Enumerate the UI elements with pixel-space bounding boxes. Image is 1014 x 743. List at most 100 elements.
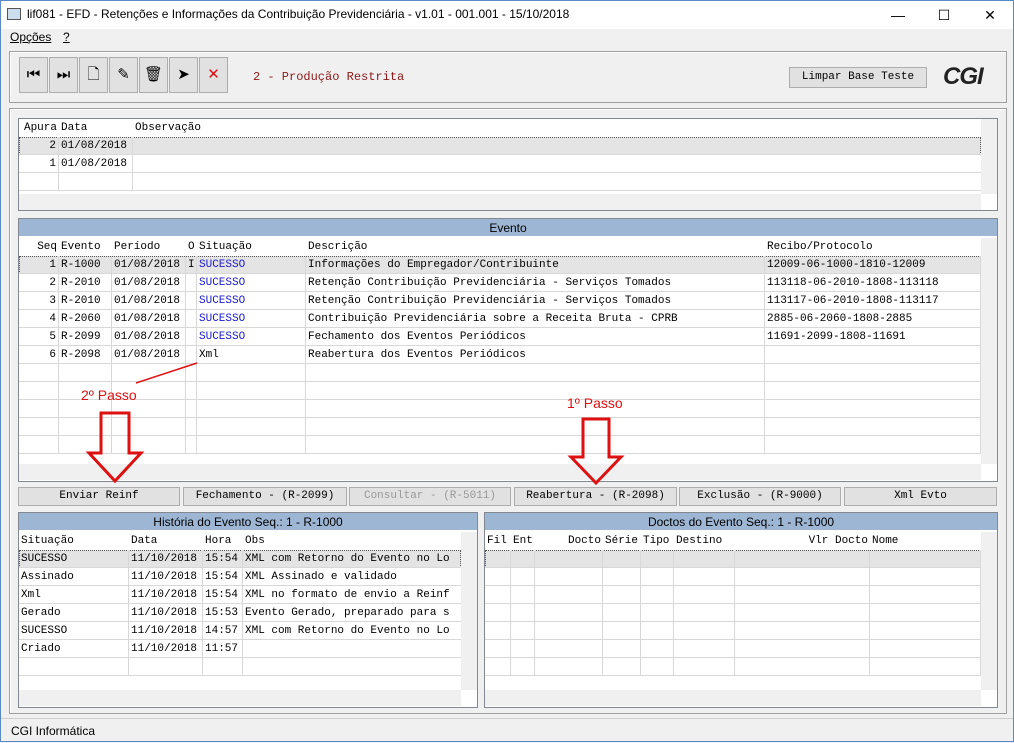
minimize-button[interactable]: —: [875, 1, 921, 29]
table-cell: [197, 400, 306, 418]
table-row[interactable]: [19, 400, 981, 418]
menu-opcoes[interactable]: Opções: [10, 30, 51, 44]
horizontal-scrollbar[interactable]: [485, 690, 981, 706]
column-header[interactable]: Apura: [19, 119, 59, 137]
table-cell: [243, 658, 462, 676]
table-row[interactable]: Xml 11/10/2018 15:54 XML no formato de envi…: [19, 586, 462, 604]
table-row[interactable]: [19, 658, 462, 676]
table-row[interactable]: 5 R-2099 01/08/2018 SUCESSO Fechamento dos E…: [19, 328, 981, 346]
clear-base-button[interactable]: Limpar Base Teste: [789, 67, 927, 88]
table-cell: 2: [19, 274, 59, 292]
table-cell: 2885-06-2060-1808-2885: [765, 310, 981, 328]
new-document-button[interactable]: 🗋: [79, 57, 108, 93]
column-header[interactable]: Evento: [59, 238, 112, 256]
column-header[interactable]: Descrição: [306, 238, 765, 256]
action-button-fechamento[interactable]: Fechamento - (R-2099): [183, 487, 347, 506]
doctos-table[interactable]: Doctos do Evento Seq.: 1 - R-1000 Fil Ent D…: [484, 512, 998, 708]
action-button-reabertura[interactable]: Reabertura - (R-2098): [514, 487, 677, 506]
table-row[interactable]: [19, 173, 982, 191]
table-cell: SUCESSO: [19, 622, 129, 640]
table-cell: [511, 622, 535, 640]
table-cell: 15:54: [203, 568, 243, 586]
column-header[interactable]: Obs: [243, 532, 462, 550]
column-header[interactable]: Data: [59, 119, 133, 137]
table-cell: 1: [19, 256, 59, 274]
table-row[interactable]: [19, 436, 981, 454]
vertical-scrollbar[interactable]: [981, 532, 997, 690]
cancel-x-button[interactable]: ✕: [199, 57, 228, 93]
table-row[interactable]: Assinado 11/10/2018 15:54 XML Assinado e va…: [19, 568, 462, 586]
first-record-button[interactable]: ⏮: [19, 57, 48, 93]
column-header[interactable]: Série: [603, 532, 641, 550]
table-row[interactable]: [19, 364, 981, 382]
column-header[interactable]: Observação: [133, 119, 982, 137]
column-header[interactable]: Situação: [19, 532, 129, 550]
action-button-xml[interactable]: Xml Evto: [844, 487, 997, 506]
table-row[interactable]: 3 R-2010 01/08/2018 SUCESSO Retenção Contrib…: [19, 292, 981, 310]
action-button-enviar[interactable]: Enviar Reinf: [18, 487, 180, 506]
table-cell: [203, 658, 243, 676]
table-cell: 14:57: [203, 622, 243, 640]
column-header[interactable]: Ent: [511, 532, 535, 550]
column-header[interactable]: Fil: [485, 532, 511, 550]
table-cell: [19, 173, 59, 191]
table-row[interactable]: 1 R-1000 01/08/2018 I SUCESSO Informações do …: [19, 256, 981, 274]
apuracao-table[interactable]: Apura Data Observação 2 01/08/2018 1 01/08/201…: [18, 118, 998, 211]
table-cell: [197, 436, 306, 454]
table-cell: [186, 328, 197, 346]
table-cell: [535, 622, 603, 640]
maximize-button[interactable]: ☐: [921, 1, 967, 29]
column-header[interactable]: Tipo: [641, 532, 674, 550]
table-row[interactable]: [485, 550, 981, 568]
table-row[interactable]: Criado 11/10/2018 11:57: [19, 640, 462, 658]
column-header[interactable]: Nome: [870, 532, 981, 550]
horizontal-scrollbar[interactable]: [19, 464, 981, 480]
table-row[interactable]: [485, 640, 981, 658]
table-cell: [535, 568, 603, 586]
table-cell: SUCESSO: [197, 310, 306, 328]
table-row[interactable]: [485, 604, 981, 622]
table-cell: [306, 436, 765, 454]
horizontal-scrollbar[interactable]: [19, 194, 981, 210]
column-header[interactable]: Hora: [203, 532, 243, 550]
table-row[interactable]: SUCESSO 11/10/2018 14:57 XML com Retorno do…: [19, 622, 462, 640]
column-header[interactable]: O: [186, 238, 197, 256]
vertical-scrollbar[interactable]: [981, 119, 997, 194]
table-row[interactable]: [485, 658, 981, 676]
send-button[interactable]: ➤: [169, 57, 198, 93]
table-row[interactable]: 2 01/08/2018: [19, 137, 982, 155]
column-header[interactable]: Período: [112, 238, 186, 256]
close-button[interactable]: ✕: [967, 1, 1013, 29]
vertical-scrollbar[interactable]: [981, 238, 997, 464]
column-header[interactable]: Situação: [197, 238, 306, 256]
table-row[interactable]: [485, 586, 981, 604]
column-header[interactable]: Data: [129, 532, 203, 550]
table-row[interactable]: 2 R-2010 01/08/2018 SUCESSO Retenção Contrib…: [19, 274, 981, 292]
vertical-scrollbar[interactable]: [461, 532, 477, 690]
column-header[interactable]: Seq: [19, 238, 59, 256]
menu-help[interactable]: ?: [63, 30, 70, 44]
column-header[interactable]: Vlr Docto: [735, 532, 870, 550]
last-record-button[interactable]: ⏭: [49, 57, 78, 93]
table-cell: [603, 568, 641, 586]
table-row[interactable]: 6 R-2098 01/08/2018 Xml Reabertura dos Event…: [19, 346, 981, 364]
trash-button[interactable]: 🗑: [139, 57, 168, 93]
table-row[interactable]: SUCESSO 11/10/2018 15:54 XML com Retorno do…: [19, 550, 462, 568]
table-row[interactable]: Gerado 11/10/2018 15:53 Evento Gerado, prep…: [19, 604, 462, 622]
table-row[interactable]: [19, 382, 981, 400]
column-header[interactable]: Recibo/Protocolo: [765, 238, 981, 256]
table-cell: [870, 604, 981, 622]
edit-pencil-button[interactable]: ✎: [109, 57, 138, 93]
table-row[interactable]: [19, 418, 981, 436]
historia-table[interactable]: História do Evento Seq.: 1 - R-1000 Situa…: [18, 512, 478, 708]
table-row[interactable]: [485, 568, 981, 586]
table-row[interactable]: 1 01/08/2018: [19, 155, 982, 173]
action-button-exclusão[interactable]: Exclusão - (R-9000): [679, 487, 841, 506]
table-row[interactable]: [485, 622, 981, 640]
status-text: CGI Informática: [11, 724, 96, 738]
column-header[interactable]: Destino: [674, 532, 735, 550]
column-header[interactable]: Docto: [535, 532, 603, 550]
evento-table[interactable]: Evento Seq Evento Período O Situação Descrição…: [18, 218, 998, 482]
horizontal-scrollbar[interactable]: [19, 690, 461, 706]
table-row[interactable]: 4 R-2060 01/08/2018 SUCESSO Contribuição Pre…: [19, 310, 981, 328]
